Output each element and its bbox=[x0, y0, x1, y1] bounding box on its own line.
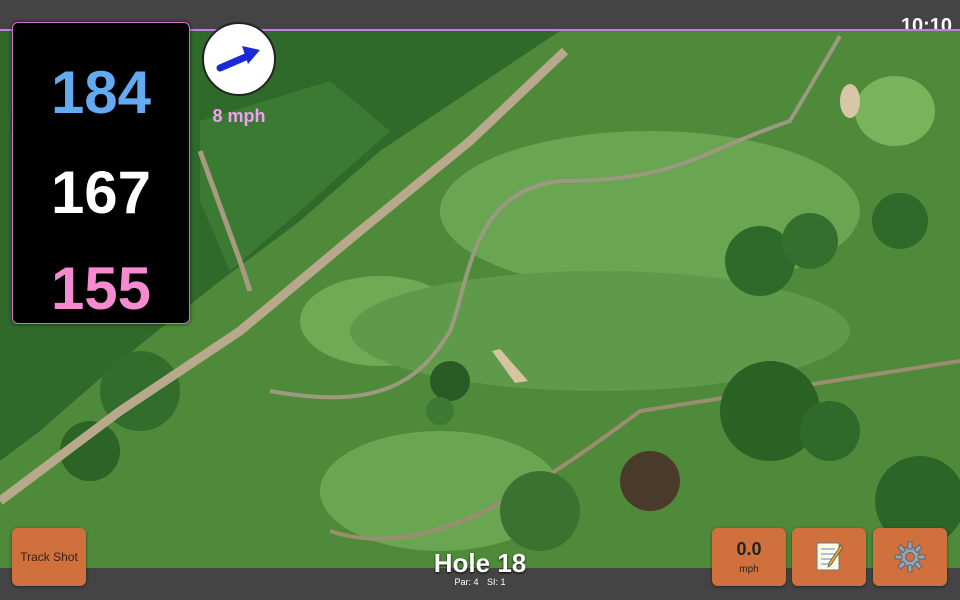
notepad-icon bbox=[816, 542, 844, 571]
notes-button[interactable] bbox=[792, 528, 866, 586]
speed-unit: mph bbox=[739, 564, 759, 575]
front-distance: 155 bbox=[50, 255, 152, 322]
back-distance: 184 bbox=[50, 59, 152, 126]
wind-speed: 8 mph bbox=[212, 106, 266, 126]
hole-title: Hole 18 bbox=[433, 548, 527, 578]
track-shot-button[interactable]: Track Shot bbox=[12, 528, 86, 586]
settings-button[interactable] bbox=[873, 528, 947, 586]
wind-arrow-icon bbox=[216, 46, 260, 72]
gear-icon bbox=[894, 541, 926, 573]
speed-value: 0.0 bbox=[736, 539, 762, 559]
hole-si: SI: 1 bbox=[487, 577, 506, 587]
hole-par: Par: 4 bbox=[454, 577, 479, 587]
center-distance: 167 bbox=[50, 159, 152, 226]
wind-indicator bbox=[202, 22, 276, 96]
speed-button[interactable]: 0.0 mph bbox=[712, 528, 786, 586]
hole-info: Par: 4 SI: 1 bbox=[380, 577, 580, 587]
distance-panel: 184 167 155 bbox=[12, 22, 190, 324]
